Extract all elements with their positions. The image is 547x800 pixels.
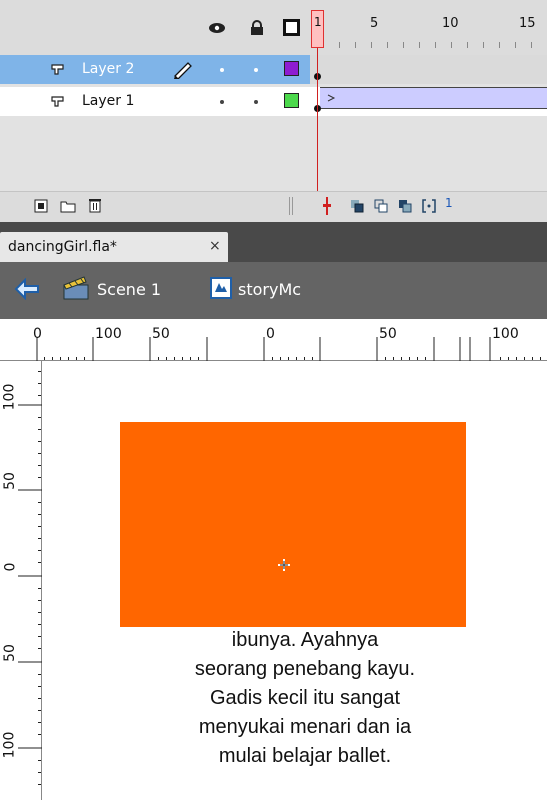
frame-tick [531, 42, 532, 48]
story-line: Gadis kecil itu sangat [209, 687, 401, 709]
frame-number: 5 [370, 16, 379, 31]
lock-dot[interactable] [254, 68, 258, 72]
close-icon[interactable]: × [209, 238, 221, 254]
current-frame-indicator[interactable]: 1 [445, 196, 453, 210]
layer-color-swatch[interactable] [284, 61, 299, 76]
frame-tick [339, 42, 340, 48]
ruler-label: 100 [1, 383, 18, 411]
pencil-icon [172, 59, 194, 83]
layer-color-swatch[interactable] [284, 93, 299, 108]
story-line: ibunya. Ayahnya [231, 629, 379, 651]
visibility-dot[interactable] [220, 68, 224, 72]
outline-icon[interactable] [283, 19, 300, 40]
onion-skin-outlines-icon[interactable] [374, 199, 388, 217]
layer-name[interactable]: Layer 2 [82, 61, 134, 77]
motion-tween-span[interactable] [320, 87, 547, 109]
ruler-label: 0 [33, 326, 42, 342]
trash-icon[interactable] [88, 197, 102, 217]
frame-tick [371, 42, 372, 48]
onion-skin-icon[interactable] [350, 199, 364, 217]
layer-2-frames[interactable] [310, 55, 547, 84]
layer-icon [51, 63, 64, 75]
frame-tick [435, 42, 436, 48]
breadcrumb-scene[interactable]: Scene 1 [97, 280, 161, 299]
center-frame-icon[interactable] [322, 196, 332, 220]
frame-number: 10 [442, 16, 459, 31]
document-tab-label: dancingGirl.fla* [8, 239, 117, 255]
playhead[interactable]: 1 [311, 10, 324, 48]
modify-onion-markers-icon[interactable] [422, 199, 436, 217]
horizontal-ruler: 0 100 50 0 50 100 [0, 319, 547, 361]
ruler-label: 0 [266, 326, 275, 342]
story-line: seorang penebang kayu. [194, 658, 416, 680]
scene-clapper-icon [62, 275, 90, 305]
playhead-line [317, 48, 318, 196]
playhead-frame-number: 1 [314, 15, 322, 29]
frame-tick [499, 42, 500, 48]
timeline-panel: 5 10 15 Layer 2 Layer 1 1 1 [0, 0, 547, 223]
document-tab-bar: dancingGirl.fla* × [0, 222, 547, 262]
frame-number: 15 [519, 16, 536, 31]
frame-ruler[interactable]: 5 10 15 [310, 0, 547, 55]
ruler-label: 0 [2, 562, 19, 572]
pane-resize-handle-icon[interactable] [288, 196, 296, 220]
frame-tick [403, 42, 404, 48]
frame-tick [467, 42, 468, 48]
ruler-label: 50 [379, 326, 397, 342]
ruler-label: 50 [1, 644, 18, 662]
frame-tick [483, 42, 484, 48]
vertical-ruler: 100 50 0 50 100 [0, 361, 42, 800]
orange-rectangle-shape[interactable] [120, 422, 466, 627]
ruler-label: 100 [95, 326, 122, 342]
edit-multiple-frames-icon[interactable] [398, 199, 412, 217]
back-arrow-icon[interactable] [14, 277, 40, 304]
frame-tick [515, 42, 516, 48]
frame-tick [355, 42, 356, 48]
frame-tick [451, 42, 452, 48]
ruler-label: 50 [152, 326, 170, 342]
registration-point-icon [277, 557, 291, 576]
visibility-dot[interactable] [220, 100, 224, 104]
story-line: menyukai menari dan ia [198, 716, 412, 738]
new-folder-icon[interactable] [60, 199, 76, 217]
story-text-field[interactable]: ibunya. Ayahnya seorang penebang kayu. G… [140, 626, 470, 771]
story-line: mulai belajar ballet. [218, 745, 392, 767]
ruler-label: 100 [1, 731, 18, 759]
frame-tick [419, 42, 420, 48]
layer-name[interactable]: Layer 1 [82, 93, 134, 109]
breadcrumb-symbol[interactable]: storyMc [238, 280, 301, 299]
eye-icon[interactable] [208, 22, 226, 38]
layer-icon [51, 95, 64, 107]
ruler-label: 50 [1, 472, 18, 490]
timeline-footer: 1 [0, 191, 547, 223]
movieclip-symbol-icon [210, 277, 232, 303]
lock-dot[interactable] [254, 100, 258, 104]
new-layer-icon[interactable] [34, 199, 48, 217]
lock-icon[interactable] [250, 20, 264, 40]
frame-tick [387, 42, 388, 48]
edit-bar: Scene 1 storyMc [0, 262, 547, 319]
ruler-label: 100 [492, 326, 519, 342]
document-tab[interactable]: dancingGirl.fla* × [0, 232, 228, 262]
